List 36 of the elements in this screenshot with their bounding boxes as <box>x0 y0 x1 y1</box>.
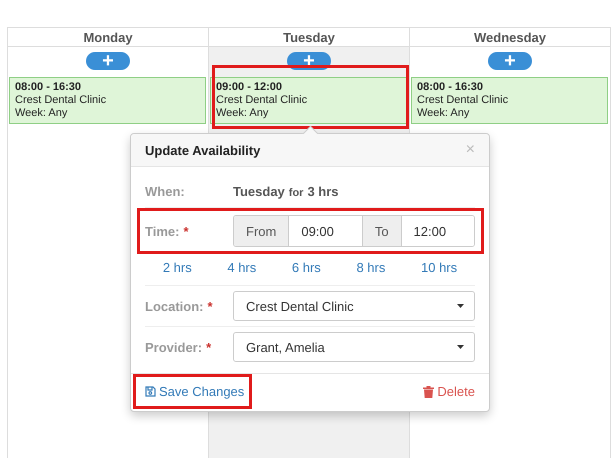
slot-time: 08:00 - 16:30 <box>417 81 484 94</box>
when-value: Tuesday for 3 hrs <box>233 184 339 198</box>
input-addon: From <box>234 216 290 246</box>
field-label: Location: * <box>145 298 214 314</box>
slot-week: Week: Any <box>417 107 470 120</box>
field-label: Time: * <box>145 224 190 238</box>
slot-time: 08:00 - 16:30 <box>15 81 82 94</box>
slot-week: Week: Any <box>15 107 68 120</box>
slot-week: Week: Any <box>216 107 270 120</box>
delete-button[interactable]: Delete <box>423 384 475 399</box>
popover-title: Update Availability <box>145 142 260 158</box>
time-range-field[interactable]: From 09:00 To 12:00 <box>233 215 475 247</box>
save-button[interactable]: Save Changes <box>145 384 244 399</box>
add-button[interactable]: + <box>488 52 532 70</box>
duration-link[interactable]: 8 hrs <box>356 260 386 275</box>
slot-location: Crest Dental Clinic <box>216 94 308 107</box>
slot-time: 09:00 - 12:00 <box>216 81 284 94</box>
availability-slot[interactable]: 08:00 - 16:30 Crest Dental Clinic Week: Any <box>411 77 608 124</box>
caret-icon <box>457 304 464 308</box>
add-button[interactable]: + <box>86 52 130 70</box>
save-icon <box>145 386 156 397</box>
duration-link[interactable]: 10 hrs <box>421 260 458 275</box>
duration-link[interactable]: 4 hrs <box>227 260 256 275</box>
slot-location: Crest Dental Clinic <box>417 94 510 107</box>
availability-slot[interactable]: 08:00 - 16:30 Crest Dental Clinic Week: Any <box>9 77 206 124</box>
availability-slot[interactable]: 09:00 - 12:00 Crest Dental Clinic Week: Any <box>210 77 407 124</box>
input-addon: To <box>362 216 402 246</box>
caret-icon <box>457 345 464 349</box>
provider-select[interactable]: Grant, Amelia <box>233 332 475 362</box>
location-select[interactable]: Crest Dental Clinic <box>233 291 475 321</box>
duration-link[interactable]: 2 hrs <box>162 260 192 275</box>
slot-location: Crest Dental Clinic <box>15 94 108 107</box>
field-label: When: <box>145 184 186 198</box>
field-label: Provider: * <box>145 340 212 354</box>
duration-link[interactable]: 6 hrs <box>292 260 321 275</box>
trash-icon <box>423 386 434 398</box>
